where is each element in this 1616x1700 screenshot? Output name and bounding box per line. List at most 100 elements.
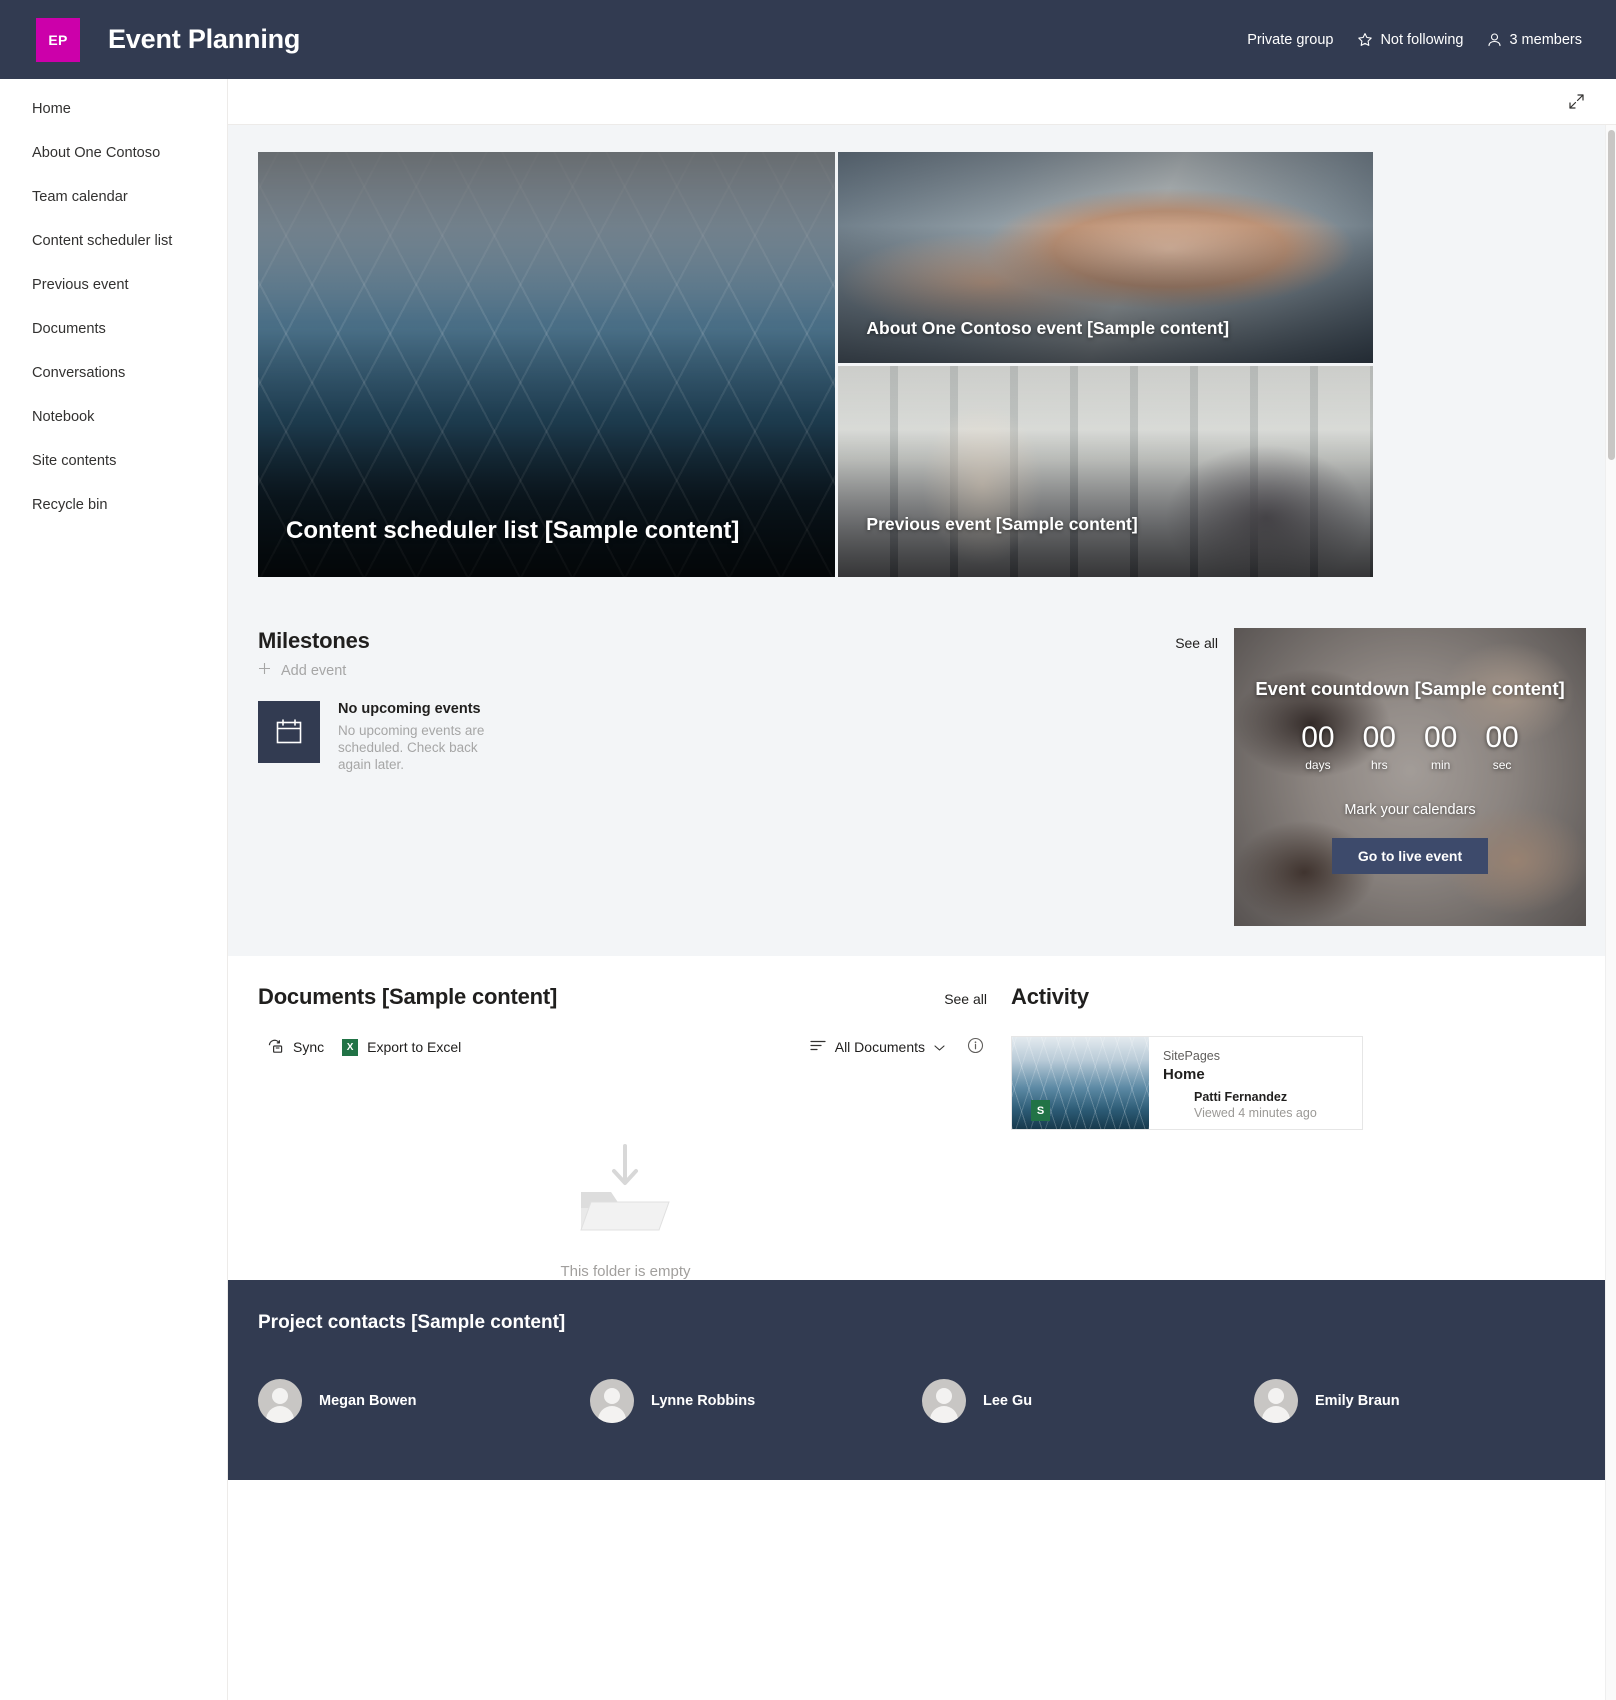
countdown-unit-min: 00 min — [1424, 721, 1458, 773]
contact-card[interactable]: Emily Braun — [1254, 1379, 1586, 1423]
add-event-button[interactable]: Add event — [258, 662, 1224, 679]
avatar — [1254, 1379, 1298, 1423]
site-logo-initials: EP — [48, 31, 68, 48]
page-scrollbar[interactable] — [1605, 125, 1616, 1700]
follow-label: Not following — [1380, 31, 1464, 48]
site-header: EP Event Planning Private group Not foll… — [0, 0, 1616, 79]
countdown-value: 00 — [1301, 721, 1335, 754]
documents-empty-state: This folder is empty — [258, 1140, 993, 1280]
project-contacts-section: Project contacts [Sample content] Megan … — [228, 1280, 1616, 1480]
contact-name: Lynne Robbins — [651, 1393, 756, 1409]
chevron-down-icon — [934, 1039, 945, 1055]
sidebar-item-site-contents[interactable]: Site contents — [0, 439, 227, 483]
contact-name: Megan Bowen — [319, 1393, 417, 1409]
contact-name: Lee Gu — [983, 1393, 1033, 1409]
view-selector-button[interactable]: All Documents — [801, 1034, 954, 1060]
star-icon — [1357, 32, 1373, 48]
documents-webpart: Documents [Sample content] See all Sync … — [258, 984, 993, 1280]
countdown-title: Event countdown [Sample content] — [1255, 678, 1565, 699]
activity-thumbnail: S — [1012, 1037, 1149, 1129]
scrollbar-thumb[interactable] — [1608, 130, 1615, 460]
view-label: All Documents — [834, 1039, 925, 1055]
excel-glyph: X — [346, 1041, 354, 1053]
site-logo[interactable]: EP — [36, 17, 80, 62]
sidebar-item-notebook[interactable]: Notebook — [0, 395, 227, 439]
avatar — [258, 1379, 302, 1423]
sharepoint-badge-icon: S — [1031, 1100, 1050, 1121]
hero-tile-previous-event[interactable]: Previous event [Sample content] — [838, 366, 1373, 577]
page-body: Home About One Contoso Team calendar Con… — [0, 79, 1616, 1700]
documents-title: Documents [Sample content] — [258, 984, 558, 1009]
hero-caption: Content scheduler list [Sample content] — [286, 517, 740, 544]
go-to-live-event-button[interactable]: Go to live event — [1331, 838, 1489, 874]
hero-right-column: About One Contoso event [Sample content]… — [838, 152, 1373, 577]
countdown-label: sec — [1492, 758, 1512, 772]
command-bar — [228, 79, 1616, 125]
milestones-see-all-link[interactable]: See all — [1169, 633, 1224, 653]
sidebar-item-documents[interactable]: Documents — [0, 307, 227, 351]
sidebar-item-previous-event[interactable]: Previous event — [0, 263, 227, 307]
members-button[interactable]: 3 members — [1475, 26, 1594, 54]
contact-card[interactable]: Lee Gu — [922, 1379, 1254, 1423]
sidebar-item-recycle-bin[interactable]: Recycle bin — [0, 483, 227, 527]
milestones-webpart: Milestones See all Add event No upcoming… — [258, 628, 1224, 926]
countdown-overlay: Event countdown [Sample content] 00 days… — [1234, 628, 1586, 926]
empty-folder-label: This folder is empty — [560, 1263, 691, 1280]
activity-card[interactable]: S SitePages Home Patti Fernandez Viewed … — [1011, 1036, 1363, 1130]
milestones-empty-text: No upcoming events No upcoming events ar… — [338, 701, 498, 773]
sidebar-item-content-scheduler-list[interactable]: Content scheduler list — [0, 219, 227, 263]
contacts-title: Project contacts [Sample content] — [258, 1312, 566, 1333]
hero-caption: Previous event [Sample content] — [866, 514, 1138, 534]
excel-icon: X — [342, 1038, 359, 1056]
sync-button[interactable]: Sync — [258, 1033, 333, 1062]
documents-toolbar: Sync X Export to Excel All Documents — [258, 1032, 993, 1062]
calendar-icon — [258, 701, 320, 763]
info-icon — [967, 1037, 984, 1057]
export-to-excel-button[interactable]: X Export to Excel — [333, 1034, 470, 1061]
empty-description: No upcoming events are scheduled. Check … — [338, 723, 485, 772]
avatar — [590, 1379, 634, 1423]
documents-see-all-link[interactable]: See all — [938, 989, 993, 1009]
header-actions: Private group Not following 3 members — [1235, 26, 1594, 54]
sync-label: Sync — [293, 1039, 325, 1055]
page-title: Event Planning — [108, 24, 301, 54]
activity-timestamp: Viewed 4 minutes ago — [1194, 1106, 1317, 1120]
documents-activity-section: Documents [Sample content] See all Sync … — [228, 956, 1616, 1280]
contact-card[interactable]: Lynne Robbins — [590, 1379, 922, 1423]
badge-glyph: S — [1036, 1104, 1045, 1117]
activity-card-info: SitePages Home Patti Fernandez Viewed 4 … — [1149, 1037, 1362, 1129]
empty-title: No upcoming events — [338, 701, 481, 717]
event-countdown-card[interactable]: Event countdown [Sample content] 00 days… — [1234, 628, 1586, 926]
sidebar-item-home[interactable]: Home — [0, 87, 227, 131]
left-navigation: Home About One Contoso Team calendar Con… — [0, 79, 228, 1700]
export-label: Export to Excel — [367, 1039, 462, 1055]
countdown-label: hrs — [1370, 758, 1388, 772]
activity-user-name: Patti Fernandez — [1194, 1090, 1288, 1104]
plus-icon — [258, 662, 271, 679]
contacts-row: Megan Bowen Lynne Robbins Lee Gu Emily B… — [258, 1379, 1586, 1423]
activity-site: SitePages — [1163, 1049, 1220, 1063]
hero-tile-about-one-contoso[interactable]: About One Contoso event [Sample content] — [838, 152, 1373, 363]
avatar — [922, 1379, 966, 1423]
info-button[interactable] — [958, 1032, 993, 1062]
countdown-timer: 00 days 00 hrs 00 min 00 sec — [1301, 721, 1519, 773]
content-column: Content scheduler list [Sample content] … — [228, 79, 1616, 1700]
privacy-label: Private group — [1235, 26, 1345, 54]
sidebar-item-team-calendar[interactable]: Team calendar — [0, 175, 227, 219]
sidebar-item-conversations[interactable]: Conversations — [0, 351, 227, 395]
documents-header: Documents [Sample content] See all — [258, 984, 993, 1010]
contact-card[interactable]: Megan Bowen — [258, 1379, 590, 1423]
sidebar-item-about-one-contoso[interactable]: About One Contoso — [0, 131, 227, 175]
hero-tile-content-scheduler[interactable]: Content scheduler list [Sample content] — [258, 152, 836, 577]
add-event-label: Add event — [281, 662, 347, 679]
milestones-section: Milestones See all Add event No upcoming… — [228, 604, 1616, 956]
members-label: 3 members — [1509, 31, 1582, 48]
activity-page: Home — [1163, 1066, 1205, 1083]
hero-grid: Content scheduler list [Sample content] … — [258, 152, 1373, 577]
expand-icon[interactable] — [1562, 88, 1590, 116]
countdown-unit-days: 00 days — [1301, 721, 1335, 773]
sync-icon — [267, 1038, 284, 1057]
countdown-unit-sec: 00 sec — [1485, 722, 1518, 773]
follow-button[interactable]: Not following — [1345, 26, 1475, 54]
countdown-value: 00 — [1424, 721, 1458, 754]
